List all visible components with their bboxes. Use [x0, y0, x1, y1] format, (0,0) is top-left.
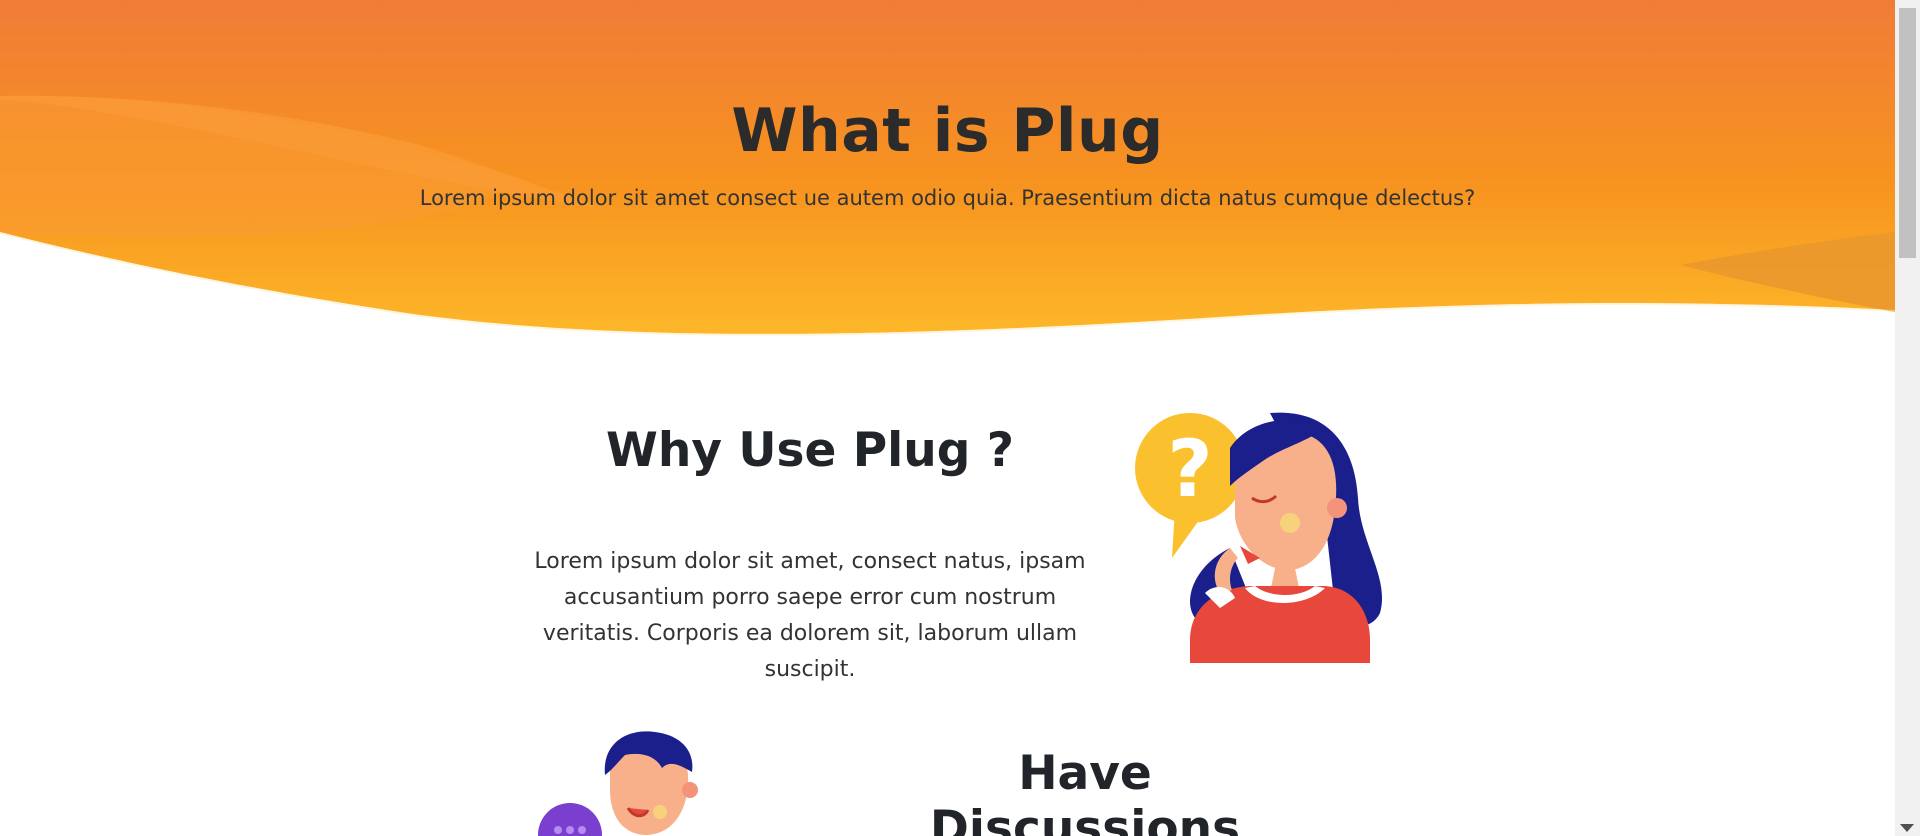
hero-title: What is Plug [731, 96, 1164, 166]
hero-wave-background [0, 0, 1895, 336]
scrollbar-thumb[interactable] [1899, 8, 1916, 258]
hero-subtitle: Lorem ipsum dolor sit amet consect ue au… [419, 186, 1476, 210]
page: What is Plug Lorem ipsum dolor sit amet … [0, 0, 1895, 836]
vertical-scrollbar[interactable] [1895, 0, 1920, 836]
scroll-down-arrow-icon[interactable] [1900, 824, 1914, 832]
thinking-woman-icon: ? [1130, 408, 1400, 672]
hero-banner: What is Plug Lorem ipsum dolor sit amet … [0, 0, 1895, 340]
discussions-section-title: Have Discussions [929, 746, 1241, 836]
why-section-title: Why Use Plug ? [606, 423, 1014, 478]
why-section-text: Lorem ipsum dolor sit amet, consect natu… [534, 549, 1086, 682]
talking-man-icon [530, 730, 710, 836]
svg-text:?: ? [1167, 425, 1212, 515]
